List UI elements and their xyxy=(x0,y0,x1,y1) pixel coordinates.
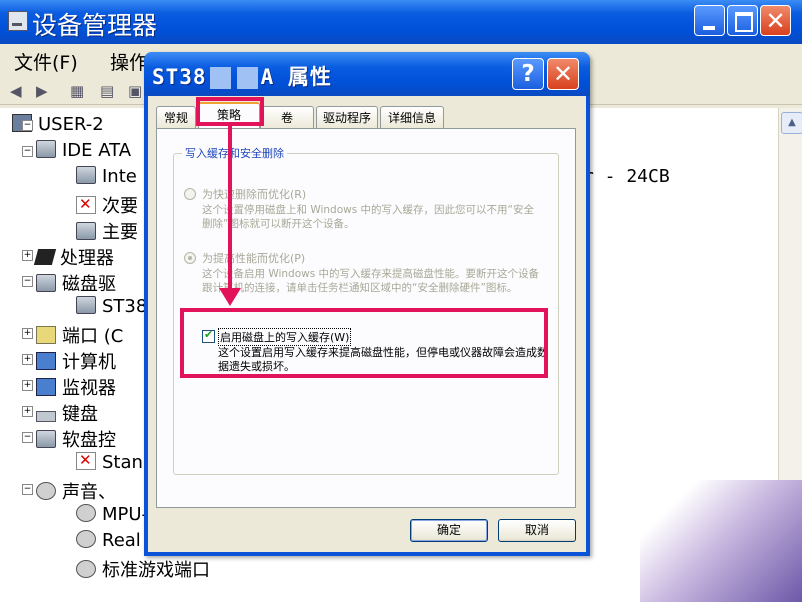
tree-item-sound[interactable]: 声音、 xyxy=(36,478,116,503)
expand-icon[interactable]: + xyxy=(22,250,33,261)
quick-removal-description: 这个设置停用磁盘上和 Windows 中的写入缓存，因此您可以不用“安全删除”图… xyxy=(202,204,534,230)
tree-item-disk-drives[interactable]: 磁盘驱 xyxy=(36,270,116,295)
ok-button[interactable]: 确定 xyxy=(410,519,488,542)
annotation-arrow-head xyxy=(219,288,241,306)
monitor-icon xyxy=(36,378,56,396)
tree-item-primary[interactable]: 主要 xyxy=(76,218,138,243)
keyboard-icon xyxy=(36,410,56,422)
menu-action[interactable]: 操作 xyxy=(110,48,148,75)
main-close-button[interactable]: ✕ xyxy=(760,5,791,36)
tree-item-ports[interactable]: 端口 (C xyxy=(36,322,123,347)
redaction-block xyxy=(209,67,231,89)
tree-item-realtek[interactable]: Real xyxy=(76,530,141,554)
tree-item-floppy[interactable]: 软盘控 xyxy=(36,426,116,451)
tree-item-monitors[interactable]: 监视器 xyxy=(36,374,116,399)
dialog-title-bar[interactable]: ST38 A 属性 ? ✕ xyxy=(144,52,590,96)
collapse-icon[interactable]: − xyxy=(22,120,33,131)
game-port-icon xyxy=(76,560,96,578)
collapse-icon[interactable]: − xyxy=(22,432,33,443)
forward-arrow-icon[interactable]: ▶ xyxy=(36,82,48,100)
cancel-button[interactable]: 取消 xyxy=(498,519,576,542)
disabled-device-icon xyxy=(76,195,96,214)
scroll-up-icon[interactable] xyxy=(781,112,802,134)
properties-dialog: ST38 A 属性 ? ✕ 常规 策略 卷 驱动程序 详细信息 写入缓存和安全删除… xyxy=(144,52,590,556)
tree-item-computer-class[interactable]: 计算机 xyxy=(36,348,116,373)
menu-file[interactable]: 文件(F) xyxy=(14,48,78,75)
device-manager-icon xyxy=(8,11,28,31)
floppy-controller-icon xyxy=(36,430,56,448)
help-icon: ? xyxy=(521,61,535,87)
performance-radio[interactable] xyxy=(184,252,196,264)
annotation-arrow-line xyxy=(228,126,232,290)
main-window-title: 设备管理器 xyxy=(32,11,158,40)
help-button[interactable]: ? xyxy=(512,58,544,90)
expand-icon[interactable]: + xyxy=(22,328,33,339)
tree-item-intel[interactable]: Inte xyxy=(76,166,137,190)
audio-device-icon xyxy=(76,504,96,522)
hard-disk-icon xyxy=(76,296,96,314)
tree-item-standard[interactable]: Stan xyxy=(76,451,143,476)
sound-icon xyxy=(36,482,56,500)
controller-icon xyxy=(76,166,96,184)
performance-description: 这个设备启用 Windows 中的写入缓存来提高磁盘性能。要断开这个设备跟计算机… xyxy=(202,268,540,294)
maximize-button[interactable] xyxy=(727,5,758,36)
background-decoration xyxy=(640,480,802,602)
group-title: 写入缓存和安全删除 xyxy=(182,145,287,161)
tab-driver[interactable]: 驱动程序 xyxy=(316,106,378,128)
view-icon[interactable]: ▦ xyxy=(70,82,84,100)
collapse-icon[interactable]: − xyxy=(22,276,33,287)
write-cache-highlight xyxy=(180,308,548,378)
close-icon: ✕ xyxy=(552,60,574,88)
performance-label[interactable]: 为提高性能而优化(P) xyxy=(202,250,305,266)
expand-icon[interactable]: + xyxy=(22,354,33,365)
redaction-block xyxy=(236,67,258,89)
dialog-close-button[interactable]: ✕ xyxy=(547,58,579,90)
quick-removal-label[interactable]: 为快速删除而优化(R) xyxy=(202,186,306,202)
policies-tab-highlight xyxy=(196,97,264,126)
controller-icon xyxy=(76,222,96,240)
disk-drive-icon xyxy=(36,274,56,292)
device-name-fragment: r - 24CB xyxy=(583,166,670,187)
tab-details[interactable]: 详细信息 xyxy=(380,106,444,128)
tree-item-processor[interactable]: 处理器 xyxy=(33,244,114,269)
audio-device-icon xyxy=(76,530,96,548)
tab-general[interactable]: 常规 xyxy=(156,106,196,128)
quick-removal-radio[interactable] xyxy=(184,188,196,200)
tree-item-keyboard[interactable]: 键盘 xyxy=(36,400,98,425)
print-icon[interactable]: ▣ xyxy=(128,82,142,100)
processor-icon xyxy=(33,249,57,265)
computer-class-icon xyxy=(36,352,56,370)
ide-controller-icon xyxy=(36,140,56,158)
main-title-bar[interactable]: 设备管理器 ✕ xyxy=(0,0,802,44)
minimize-button[interactable] xyxy=(694,5,725,36)
tree-item-mpu[interactable]: MPU- xyxy=(76,504,148,528)
tree-item-ide[interactable]: IDE ATA xyxy=(36,140,131,164)
back-arrow-icon[interactable]: ◀ xyxy=(10,82,22,100)
collapse-icon[interactable]: − xyxy=(22,146,33,157)
tree-item-game-port[interactable]: 标准游戏端口 xyxy=(76,556,210,581)
collapse-icon[interactable]: − xyxy=(22,484,33,495)
tree-item-st38[interactable]: ST38 xyxy=(76,296,147,320)
properties-icon[interactable]: ▤ xyxy=(100,82,114,100)
tab-volumes[interactable]: 卷 xyxy=(260,106,314,128)
tree-item-secondary[interactable]: 次要 xyxy=(76,192,138,217)
expand-icon[interactable]: + xyxy=(22,380,33,391)
expand-icon[interactable]: + xyxy=(22,406,33,417)
disabled-device-icon xyxy=(76,451,96,470)
dialog-title: ST38 A 属性 xyxy=(152,65,332,89)
port-icon xyxy=(36,326,56,344)
close-icon: ✕ xyxy=(765,7,786,35)
